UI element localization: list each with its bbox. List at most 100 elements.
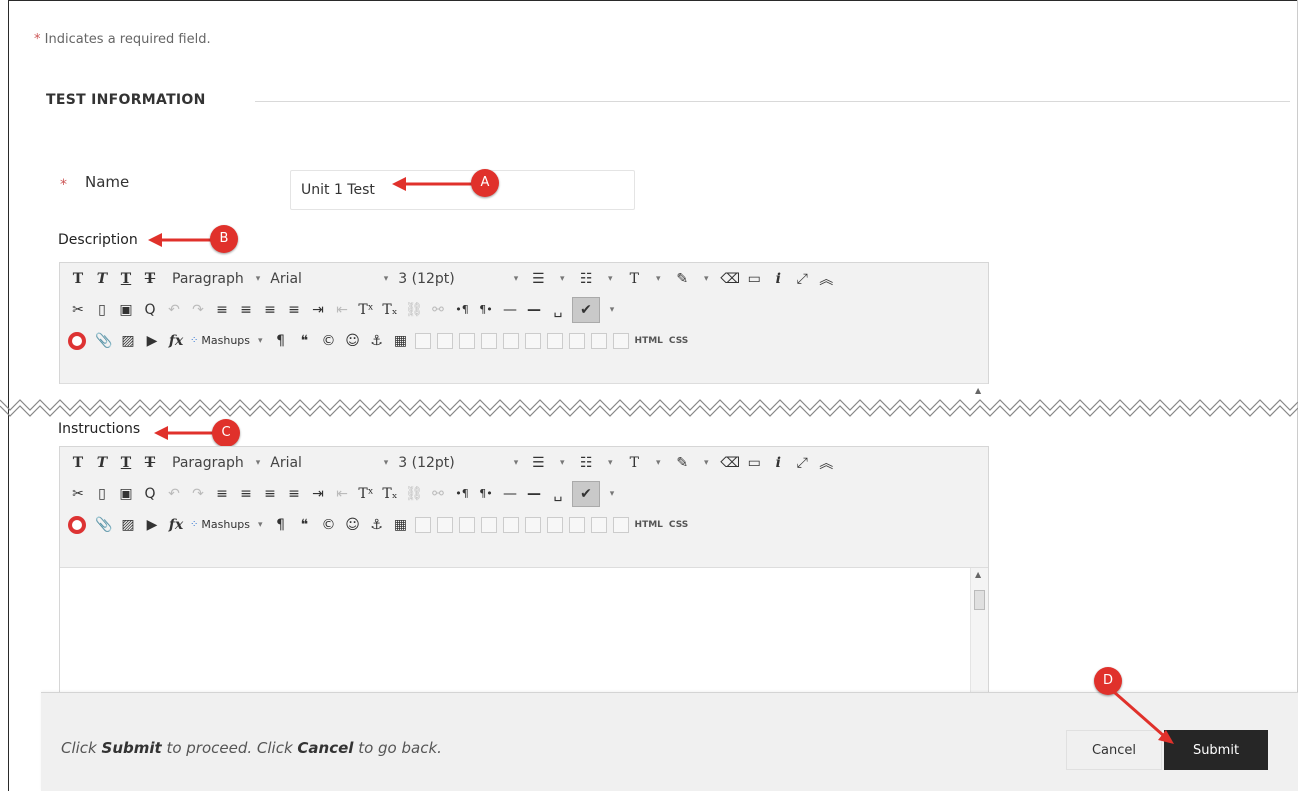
cut-icon[interactable]: ✂ [68,299,88,321]
unlink-icon[interactable]: ⚯ [428,299,448,321]
emoticon-icon[interactable]: ☺ [343,330,363,352]
anchor-icon[interactable]: ⚓ [367,330,387,352]
strikethrough-icon[interactable]: T [140,452,160,474]
insert-row-before-icon[interactable] [458,332,475,349]
font-size-select[interactable]: 3 (12pt) ▾ [398,455,518,471]
ltr-icon[interactable]: •¶ [452,299,472,321]
superscript-icon[interactable]: Tˣ [356,483,376,505]
table-row-props-icon[interactable] [414,516,431,533]
description-edit-area[interactable]: ▲ [60,383,988,395]
instructions-scrollbar[interactable]: ▲ [970,568,988,695]
rtl-icon[interactable]: ¶• [476,299,496,321]
undo-icon[interactable]: ↶ [164,299,184,321]
format-block-select[interactable]: Paragraph ▾ [172,455,260,471]
copyright-icon[interactable]: © [319,330,339,352]
align-right-icon[interactable]: ≡ [260,483,280,505]
record-icon[interactable] [68,331,86,350]
chevron-down-icon[interactable]: ▾ [552,268,572,290]
paragraph-icon[interactable]: ¶ [271,514,291,536]
copy-icon[interactable]: ▯ [92,483,112,505]
chevron-down-icon[interactable]: ▾ [648,452,668,474]
insert-image-icon[interactable]: ▨ [118,330,138,352]
outdent-icon[interactable]: ⇤ [332,483,352,505]
outdent-icon[interactable]: ⇤ [332,299,352,321]
strikethrough-icon[interactable]: T [140,268,160,290]
math-formula-icon[interactable]: fx [166,514,186,536]
attach-file-icon[interactable]: 📎 [94,514,114,536]
insert-media-icon[interactable]: ▶ [142,514,162,536]
attach-file-icon[interactable]: 📎 [94,330,114,352]
text-color-icon[interactable]: T [624,268,644,290]
math-formula-icon[interactable]: fx [166,330,186,352]
font-family-select[interactable]: Arial ▾ [270,271,388,287]
underline-icon[interactable]: T [116,268,136,290]
mashups-select[interactable]: ⁘ Mashups ▾ [190,334,263,347]
info-icon[interactable]: i [768,268,788,290]
insert-col-before-icon[interactable] [524,332,541,349]
underline-icon[interactable]: T [116,452,136,474]
bullet-list-icon[interactable]: ☰ [528,452,548,474]
chevron-down-icon[interactable]: ▾ [696,268,716,290]
preview-icon[interactable]: ▭ [744,268,764,290]
chevron-down-icon[interactable]: ▾ [600,268,620,290]
eraser-icon[interactable]: ⌫ [720,452,740,474]
align-center-icon[interactable]: ≡ [236,299,256,321]
font-size-select[interactable]: 3 (12pt) ▾ [398,271,518,287]
bold-icon[interactable]: T [68,452,88,474]
horizontal-line-icon[interactable]: — [500,299,520,321]
fullscreen-icon[interactable]: ⤢ [792,268,812,290]
paste-icon[interactable]: ▣ [116,483,136,505]
chevron-down-icon[interactable]: ▾ [552,452,572,474]
table-cell-props-icon[interactable] [436,332,453,349]
insert-image-icon[interactable]: ▨ [118,514,138,536]
chevron-down-icon[interactable]: ▾ [648,268,668,290]
superscript-icon[interactable]: Tˣ [356,299,376,321]
find-icon[interactable]: Q [140,483,160,505]
table-cell-props-icon[interactable] [436,516,453,533]
emoticon-icon[interactable]: ☺ [343,514,363,536]
html-button[interactable]: HTML [635,336,663,346]
insert-row-after-icon[interactable] [480,516,497,533]
italic-icon[interactable]: T [92,268,112,290]
paragraph-icon[interactable]: ¶ [271,330,291,352]
anchor-icon[interactable]: ⚓ [367,514,387,536]
link-icon[interactable]: ⛓ [404,483,424,505]
collapse-toolbar-icon[interactable]: ︽ [816,452,836,474]
insert-col-after-icon[interactable] [546,332,563,349]
highlight-icon[interactable]: ✎ [672,268,692,290]
delete-col-icon[interactable] [568,332,585,349]
chevron-down-icon[interactable]: ▾ [602,299,622,321]
spellcheck-icon[interactable]: ✔ [572,296,600,323]
bullet-list-icon[interactable]: ☰ [528,268,548,290]
horizontal-rule-icon[interactable]: — [524,299,544,321]
highlight-icon[interactable]: ✎ [672,452,692,474]
blockquote-icon[interactable]: ❝ [295,514,315,536]
scroll-up-icon[interactable]: ▲ [975,570,981,579]
spellcheck-icon[interactable]: ✔ [572,480,600,507]
instructions-edit-area[interactable]: ▲ [60,567,988,695]
html-button[interactable]: HTML [635,520,663,530]
numbered-list-icon[interactable]: ☷ [576,452,596,474]
bold-icon[interactable]: T [68,268,88,290]
find-icon[interactable]: Q [140,299,160,321]
fullscreen-icon[interactable]: ⤢ [792,452,812,474]
insert-table-icon[interactable]: ▦ [391,330,411,352]
chevron-down-icon[interactable]: ▾ [600,452,620,474]
align-right-icon[interactable]: ≡ [260,299,280,321]
merge-cells-icon[interactable] [612,516,629,533]
insert-row-after-icon[interactable] [480,332,497,349]
record-icon[interactable] [68,515,86,534]
copy-icon[interactable]: ▯ [92,299,112,321]
insert-table-icon[interactable]: ▦ [391,514,411,536]
numbered-list-icon[interactable]: ☷ [576,268,596,290]
blockquote-icon[interactable]: ❝ [295,330,315,352]
split-cells-icon[interactable] [590,516,607,533]
collapse-toolbar-icon[interactable]: ︽ [816,268,836,290]
align-center-icon[interactable]: ≡ [236,483,256,505]
copyright-icon[interactable]: © [319,514,339,536]
delete-row-icon[interactable] [502,332,519,349]
rtl-icon[interactable]: ¶• [476,483,496,505]
redo-icon[interactable]: ↷ [188,483,208,505]
scroll-thumb[interactable] [974,590,985,610]
indent-icon[interactable]: ⇥ [308,483,328,505]
